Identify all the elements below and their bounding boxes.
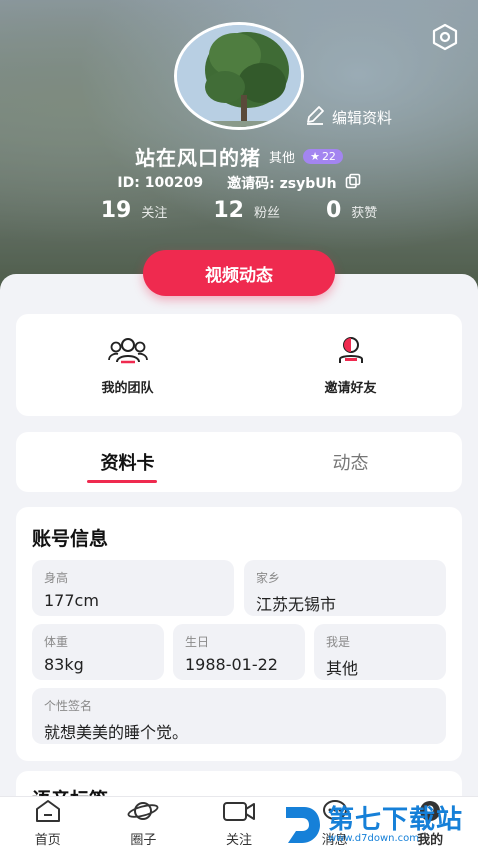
invite-friend-icon bbox=[336, 335, 366, 369]
copy-icon[interactable] bbox=[345, 173, 361, 193]
invite-code-text: 邀请码: zsybUh bbox=[227, 176, 337, 192]
edit-icon bbox=[304, 104, 326, 130]
team-icon bbox=[107, 335, 149, 369]
site-watermark: 第七下载站 www.d7down.com bbox=[282, 800, 478, 850]
field-label: 家乡 bbox=[256, 571, 281, 585]
field-value: 其他 bbox=[326, 659, 359, 678]
field-label: 体重 bbox=[44, 635, 69, 649]
video-moments-button[interactable]: 视频动态 bbox=[143, 250, 335, 296]
invite-friends-button[interactable]: 邀请好友 bbox=[239, 314, 462, 416]
account-info-title: 账号信息 bbox=[32, 528, 109, 550]
field-value: 177cm bbox=[44, 591, 99, 610]
field-label: 身高 bbox=[44, 571, 69, 585]
level-badge: ★ 22 bbox=[303, 149, 343, 164]
stats-row: 19 关注 12 粉丝 0 获赞 bbox=[0, 198, 478, 223]
gender-label: 其他 bbox=[269, 151, 296, 166]
star-icon: ★ bbox=[310, 150, 320, 163]
account-info-card: 账号信息 身高 177cm 家乡 江苏无锡市 体重 83kg 生日 1988-0… bbox=[16, 507, 462, 761]
watermark-logo-icon bbox=[286, 807, 320, 843]
invite-friends-label: 邀请好友 bbox=[324, 380, 377, 396]
field-label: 我是 bbox=[326, 635, 351, 649]
hometown-field: 家乡 江苏无锡市 bbox=[244, 560, 446, 616]
signature-field: 个性签名 就想美美的睡个觉。 bbox=[32, 688, 446, 744]
watermark-brand: 第七下载站 bbox=[328, 804, 464, 835]
field-label: 生日 bbox=[185, 635, 210, 649]
profile-tabs: 资料卡 动态 bbox=[16, 432, 462, 492]
tab-profile-card[interactable]: 资料卡 bbox=[16, 432, 239, 492]
identity-field: 我是 其他 bbox=[314, 624, 446, 680]
quick-actions-card: 我的团队 邀请好友 bbox=[16, 314, 462, 416]
video-camera-icon bbox=[222, 799, 256, 827]
weight-field: 体重 83kg bbox=[32, 624, 164, 680]
birthday-field: 生日 1988-01-22 bbox=[173, 624, 305, 680]
tabbar-label: 首页 bbox=[34, 833, 61, 848]
id-row: ID: 100209 邀请码: zsybUh bbox=[0, 173, 478, 193]
user-id: ID: 100209 bbox=[117, 175, 204, 191]
stat-number: 19 bbox=[100, 198, 132, 223]
nickname: 站在风口的猪 bbox=[135, 146, 262, 170]
watermark-text-block: 第七下载站 www.d7down.com bbox=[328, 807, 463, 844]
height-field: 身高 177cm bbox=[32, 560, 234, 616]
field-value: 江苏无锡市 bbox=[256, 595, 337, 614]
edit-profile-button[interactable]: 编辑资料 bbox=[304, 104, 392, 130]
tabbar-label: 关注 bbox=[225, 833, 252, 848]
tabbar-label: 圈子 bbox=[130, 833, 157, 848]
edit-profile-label: 编辑资料 bbox=[332, 108, 393, 127]
field-label: 个性签名 bbox=[44, 699, 93, 713]
home-icon bbox=[34, 799, 62, 827]
field-value: 1988-01-22 bbox=[185, 655, 278, 674]
field-value: 就想美美的睡个觉。 bbox=[44, 723, 189, 742]
stat-number: 12 bbox=[213, 198, 244, 223]
my-team-button[interactable]: 我的团队 bbox=[16, 314, 239, 416]
stat-likes[interactable]: 0 获赞 bbox=[326, 198, 377, 223]
stat-number: 0 bbox=[325, 198, 342, 223]
active-tab-indicator bbox=[87, 480, 157, 483]
tabbar-circle[interactable]: 圈子 bbox=[96, 797, 192, 850]
tab-moments[interactable]: 动态 bbox=[239, 432, 462, 492]
tabbar-follow[interactable]: 关注 bbox=[191, 797, 287, 850]
stat-fans[interactable]: 12 粉丝 bbox=[213, 198, 280, 223]
my-team-label: 我的团队 bbox=[101, 380, 154, 396]
planet-icon bbox=[127, 799, 159, 827]
stat-following[interactable]: 19 关注 bbox=[101, 198, 168, 223]
level-value: 22 bbox=[321, 150, 336, 163]
stat-label: 获赞 bbox=[351, 206, 378, 221]
invite-code: 邀请码: zsybUh bbox=[227, 173, 360, 193]
stat-label: 关注 bbox=[141, 206, 168, 221]
name-row: 站在风口的猪 其他 ★ 22 bbox=[0, 142, 478, 171]
tabbar-home[interactable]: 首页 bbox=[0, 797, 96, 850]
settings-icon[interactable] bbox=[430, 22, 460, 52]
stat-label: 粉丝 bbox=[253, 206, 280, 221]
field-value: 83kg bbox=[44, 655, 84, 674]
avatar[interactable] bbox=[174, 22, 304, 130]
